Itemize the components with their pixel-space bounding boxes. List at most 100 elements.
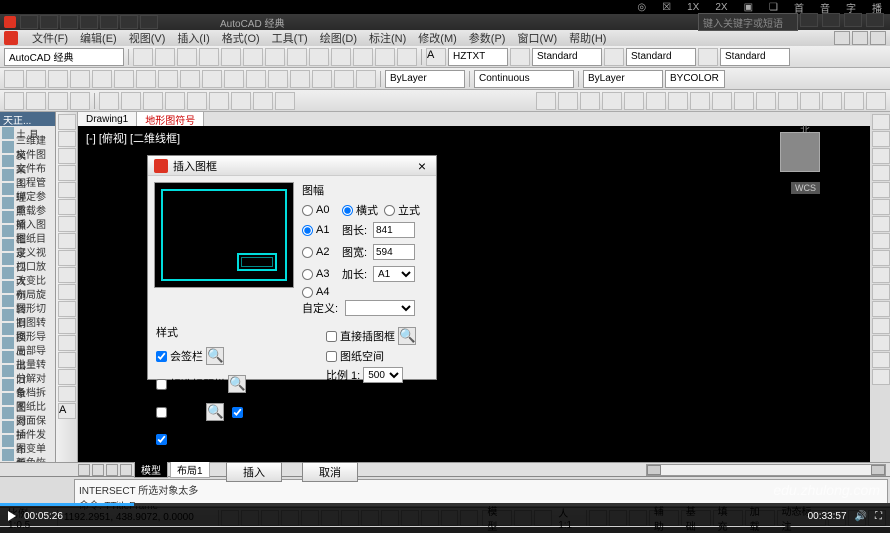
toolbar-button[interactable] <box>312 70 332 88</box>
copy-tool-icon[interactable] <box>872 131 890 147</box>
fillet-tool-icon[interactable] <box>872 352 890 368</box>
toolbar-button[interactable] <box>580 92 600 110</box>
toolbar-button[interactable] <box>221 48 241 66</box>
toolbar-button[interactable] <box>4 92 24 110</box>
polyline-tool-icon[interactable] <box>58 148 76 164</box>
style-combo[interactable]: Standard <box>626 48 696 66</box>
radio-a1[interactable]: A1 <box>302 224 338 236</box>
toolbar-button[interactable] <box>4 70 24 88</box>
mirror-tool-icon[interactable] <box>872 148 890 164</box>
toolbar-button[interactable] <box>800 92 820 110</box>
tab-nav-next-icon[interactable] <box>106 464 118 476</box>
chk-attach[interactable] <box>156 407 167 418</box>
offset-tool-icon[interactable] <box>872 165 890 181</box>
toolbar-button[interactable] <box>712 92 732 110</box>
radio-a3[interactable]: A3 <box>302 268 338 280</box>
menu-dimension[interactable]: 标注(N) <box>363 30 412 46</box>
menu-modify[interactable]: 修改(M) <box>412 30 463 46</box>
toolbar-button[interactable] <box>114 70 134 88</box>
tab-nav-first-icon[interactable] <box>78 464 90 476</box>
toolbar-button[interactable] <box>734 92 754 110</box>
menu-tools[interactable]: 工具(T) <box>266 30 314 46</box>
toolbar-button[interactable] <box>70 92 90 110</box>
trim-tool-icon[interactable] <box>872 267 890 283</box>
app-menu-icon[interactable] <box>4 31 18 45</box>
ellipse-tool-icon[interactable] <box>58 250 76 266</box>
cancel-button[interactable]: 取消 <box>302 462 358 482</box>
speed-2x[interactable]: 2X <box>715 2 727 13</box>
spline-tool-icon[interactable] <box>58 233 76 249</box>
directframe-browse-button[interactable]: 🔍 <box>398 327 416 345</box>
style-icon[interactable] <box>604 48 624 66</box>
toolbar-button[interactable] <box>265 48 285 66</box>
play-button-icon[interactable] <box>8 511 16 521</box>
circle-tool-icon[interactable] <box>58 216 76 232</box>
toolbar-button[interactable] <box>48 70 68 88</box>
toolbar-button[interactable] <box>243 48 263 66</box>
chamfer-tool-icon[interactable] <box>872 335 890 351</box>
minimize-button[interactable] <box>822 13 840 27</box>
toolbar-button[interactable] <box>668 92 688 110</box>
attach-browse-button[interactable]: 🔍 <box>206 403 224 421</box>
toolbar-button[interactable] <box>290 70 310 88</box>
workspace-combo[interactable]: AutoCAD 经典 <box>4 48 124 66</box>
stretch-tool-icon[interactable] <box>872 250 890 266</box>
toolbar-button[interactable] <box>253 92 273 110</box>
toolbar-button[interactable] <box>26 92 46 110</box>
line-tool-icon[interactable] <box>58 114 76 130</box>
color-combo[interactable]: ByLayer <box>583 70 663 88</box>
toolbar-button[interactable] <box>209 92 229 110</box>
style-combo[interactable]: Standard <box>720 48 790 66</box>
menu-window[interactable]: 窗口(W) <box>511 30 563 46</box>
sys-icon[interactable]: ❏ <box>769 2 778 13</box>
toolbar-button[interactable] <box>268 70 288 88</box>
qat-button[interactable] <box>140 15 158 29</box>
mdi-minimize[interactable] <box>834 31 850 45</box>
toolbar-button[interactable] <box>121 92 141 110</box>
volume-icon[interactable]: 🔊 <box>855 511 867 522</box>
tab-nav-prev-icon[interactable] <box>92 464 104 476</box>
workspace-label[interactable]: AutoCAD 经典 <box>220 15 284 30</box>
toolbar-button[interactable] <box>158 70 178 88</box>
scroll-right-icon[interactable] <box>871 465 885 475</box>
toolbar-button[interactable] <box>287 48 307 66</box>
toolbar-button[interactable] <box>202 70 222 88</box>
menu-format[interactable]: 格式(O) <box>216 30 266 46</box>
radio-a0[interactable]: A0 <box>302 204 338 216</box>
toolbar-button[interactable] <box>375 48 395 66</box>
toolbar-button[interactable] <box>187 92 207 110</box>
toolbar-button[interactable] <box>275 92 295 110</box>
toolbar-button[interactable] <box>331 48 351 66</box>
toolbar-button[interactable] <box>397 48 417 66</box>
sign-browse-button[interactable]: 🔍 <box>206 347 224 365</box>
toolbar-button[interactable] <box>356 70 376 88</box>
menu-insert[interactable]: 插入(I) <box>171 30 215 46</box>
textstyle-icon[interactable]: A <box>426 48 446 66</box>
array-tool-icon[interactable] <box>872 182 890 198</box>
text-tool-icon[interactable]: A <box>58 403 76 419</box>
erase-tool-icon[interactable] <box>872 114 890 130</box>
width-input[interactable] <box>373 244 415 260</box>
point-tool-icon[interactable] <box>58 318 76 334</box>
toolbar-button[interactable] <box>136 70 156 88</box>
radio-horizontal[interactable]: 横式 <box>342 202 378 218</box>
menu-edit[interactable]: 编辑(E) <box>74 30 123 46</box>
viewport-label[interactable]: [-] [俯视] [二维线框] <box>86 130 180 146</box>
chk-direct-frame[interactable] <box>326 331 337 342</box>
fullscreen-icon[interactable]: ⛶ <box>875 511 882 522</box>
rectangle-tool-icon[interactable] <box>58 182 76 198</box>
toolbar-button[interactable] <box>334 70 354 88</box>
sys-icon[interactable]: ◎ <box>637 2 646 13</box>
toolbar-button[interactable] <box>177 48 197 66</box>
region-tool-icon[interactable] <box>58 369 76 385</box>
linetype-combo[interactable]: Continuous <box>474 70 574 88</box>
horizontal-scrollbar[interactable] <box>646 464 886 476</box>
radio-a4[interactable]: A4 <box>302 286 338 298</box>
toolbar-button[interactable] <box>92 70 112 88</box>
toolbar-button[interactable] <box>180 70 200 88</box>
close-button[interactable] <box>866 13 884 27</box>
hatch-tool-icon[interactable] <box>58 335 76 351</box>
scroll-left-icon[interactable] <box>647 465 661 475</box>
toolbar-button[interactable] <box>624 92 644 110</box>
menu-help[interactable]: 帮助(H) <box>563 30 612 46</box>
